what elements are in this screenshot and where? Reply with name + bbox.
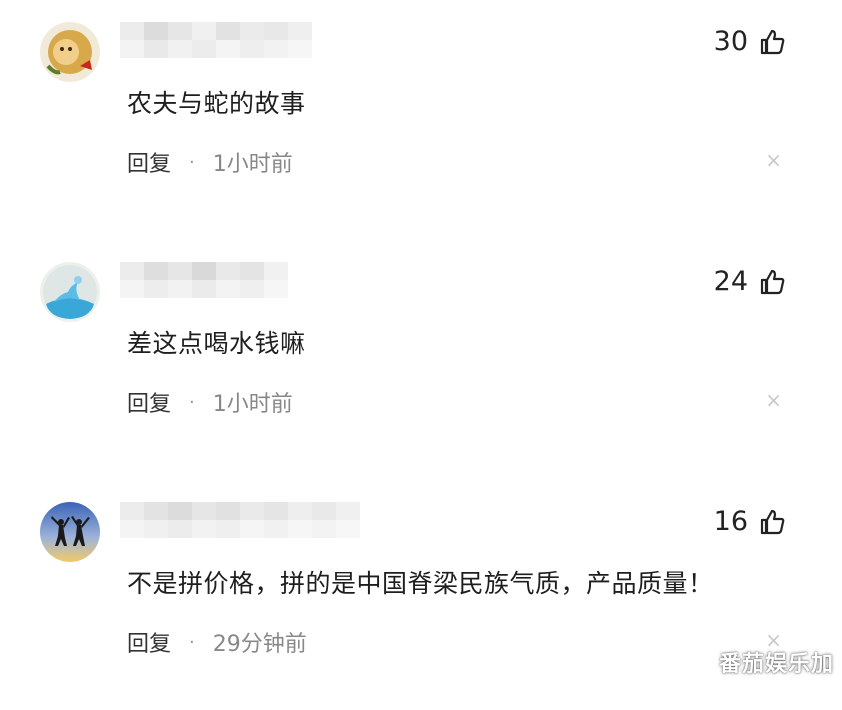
- comment-meta: 回复 · 1小时前: [127, 386, 293, 418]
- timestamp: 1小时前: [212, 152, 293, 177]
- timestamp: 29分钟前: [212, 632, 307, 657]
- like-control[interactable]: 24: [714, 266, 786, 297]
- timestamp: 1小时前: [212, 392, 293, 417]
- reply-button[interactable]: 回复: [127, 146, 171, 178]
- like-count: 24: [713, 266, 748, 297]
- username-blurred[interactable]: [120, 262, 288, 298]
- comment-text: 农夫与蛇的故事: [127, 89, 306, 118]
- like-control[interactable]: 16: [714, 506, 786, 537]
- thumbs-up-icon[interactable]: [758, 268, 786, 296]
- comment-meta: 回复 · 1小时前: [127, 146, 293, 178]
- comment-text: 不是拼价格，拼的是中国脊梁民族气质，产品质量！: [127, 569, 714, 598]
- like-count: 30: [713, 26, 748, 57]
- comment-item: 30 农夫与蛇的故事 回复 · 1小时前 ×: [0, 0, 842, 230]
- separator-dot: ·: [189, 391, 195, 413]
- jumping-people-avatar-icon[interactable]: [40, 502, 100, 562]
- close-icon[interactable]: ×: [765, 150, 782, 170]
- like-control[interactable]: 30: [714, 26, 786, 57]
- watermark: 番茄娱乐加: [718, 652, 834, 677]
- comment-meta: 回复 · 29分钟前: [127, 626, 307, 658]
- reply-button[interactable]: 回复: [127, 386, 171, 418]
- reply-button[interactable]: 回复: [127, 626, 171, 658]
- close-icon[interactable]: ×: [765, 390, 782, 410]
- username-blurred[interactable]: [120, 502, 360, 538]
- monkey-avatar-icon[interactable]: [40, 22, 100, 82]
- comment-text: 差这点喝水钱嘛: [127, 329, 306, 358]
- like-count: 16: [713, 506, 748, 537]
- thumbs-up-icon[interactable]: [758, 508, 786, 536]
- separator-dot: ·: [189, 631, 195, 653]
- comment-item: 16 不是拼价格，拼的是中国脊梁民族气质，产品质量！ 回复 · 29分钟前 ×: [0, 480, 842, 710]
- whale-avatar-icon[interactable]: [40, 262, 100, 322]
- thumbs-up-icon[interactable]: [758, 28, 786, 56]
- separator-dot: ·: [189, 151, 195, 173]
- username-blurred[interactable]: [120, 22, 312, 58]
- comment-item: 24 差这点喝水钱嘛 回复 · 1小时前 ×: [0, 240, 842, 470]
